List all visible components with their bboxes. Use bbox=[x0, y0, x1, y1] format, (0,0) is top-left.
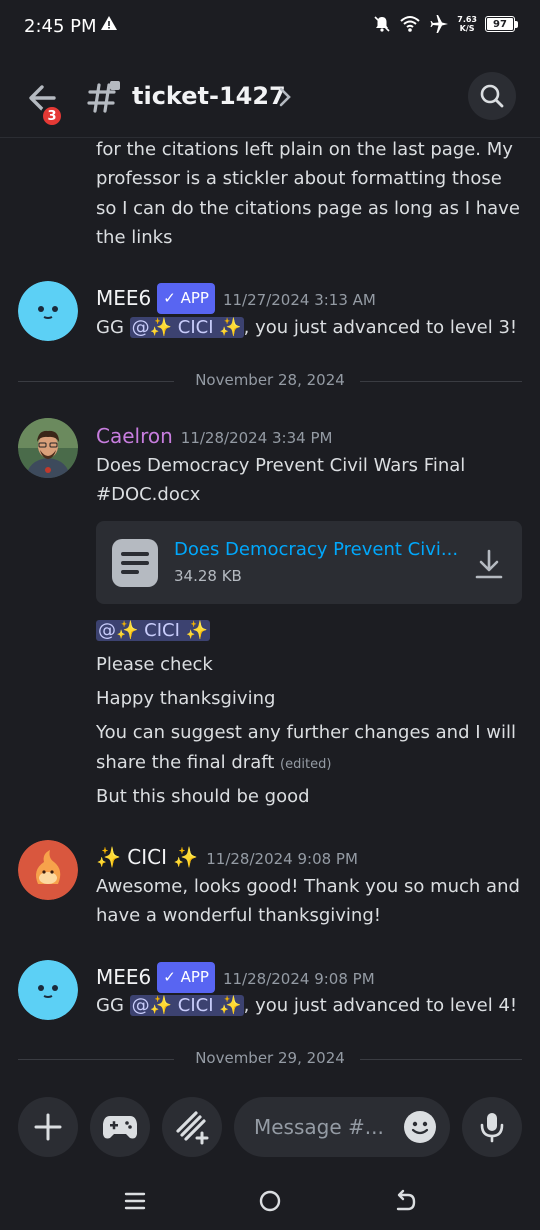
message-input[interactable] bbox=[254, 1111, 394, 1143]
activities-button[interactable] bbox=[90, 1097, 150, 1157]
message-text: professor is a stickler about formatting… bbox=[96, 168, 502, 189]
add-attachment-button[interactable] bbox=[18, 1097, 78, 1157]
timestamp: 11/28/2024 3:34 PM bbox=[180, 429, 333, 447]
message-text: for the citations left plain on the last… bbox=[96, 139, 513, 160]
thread-hash-icon bbox=[87, 81, 120, 113]
channel-header: ticket-1427 bbox=[0, 56, 540, 138]
file-name-link[interactable]: Does Democracy Prevent Civi... bbox=[174, 539, 458, 560]
document-file-icon bbox=[112, 539, 158, 587]
message-text: @✨ CICI ✨ bbox=[96, 616, 211, 645]
message-text: Please check bbox=[96, 654, 213, 675]
apps-icon bbox=[176, 1111, 209, 1145]
network-speed-unit: K/S bbox=[459, 24, 475, 33]
message-composer bbox=[0, 1082, 540, 1182]
date-divider: November 28, 2024 bbox=[18, 371, 522, 391]
channel-name[interactable]: ticket-1427 bbox=[132, 82, 286, 110]
file-size: 34.28 KB bbox=[174, 567, 242, 585]
system-navigation-bar bbox=[0, 1182, 540, 1230]
message-text: Awesome, looks good! Thank you so much a… bbox=[96, 876, 520, 897]
timestamp: 11/28/2024 9:08 PM bbox=[206, 850, 358, 868]
message-text-part: GG bbox=[96, 317, 130, 338]
cici-avatar[interactable] bbox=[18, 840, 78, 900]
mute-notification-icon bbox=[374, 16, 390, 32]
plus-icon bbox=[34, 1113, 62, 1141]
voice-message-button[interactable] bbox=[462, 1097, 522, 1157]
status-time: 2:45 PM bbox=[24, 16, 97, 37]
apps-button[interactable] bbox=[162, 1097, 222, 1157]
message-text: GG @✨ CICI ✨, you just advanced to level… bbox=[96, 991, 517, 1020]
system-back-icon[interactable] bbox=[394, 1189, 416, 1213]
search-icon bbox=[480, 84, 504, 108]
message-text: Happy thanksgiving bbox=[96, 688, 276, 709]
app-tag: ✓ APP bbox=[157, 283, 215, 314]
username[interactable]: MEE6 bbox=[96, 965, 151, 989]
message-text-part: share the final draft bbox=[96, 752, 275, 773]
message-header: MEE6 ✓ APP 11/28/2024 9:08 PM bbox=[96, 962, 375, 994]
microphone-icon bbox=[480, 1113, 504, 1143]
message-text-part: , you just advanced to level 4! bbox=[243, 995, 518, 1016]
battery-level: 97 bbox=[493, 18, 507, 30]
message-text: the links bbox=[96, 227, 173, 248]
network-speed-value: 7.63 bbox=[457, 15, 477, 24]
username[interactable]: ✨ CICI ✨ bbox=[96, 845, 198, 869]
home-icon[interactable] bbox=[258, 1189, 282, 1213]
edited-label: (edited) bbox=[280, 757, 332, 772]
timestamp: 11/28/2024 9:08 PM bbox=[222, 970, 375, 988]
caelron-avatar[interactable] bbox=[18, 418, 78, 478]
message-input-container[interactable] bbox=[234, 1097, 450, 1157]
app-tag: ✓ APP bbox=[157, 962, 215, 993]
date-divider-label: November 28, 2024 bbox=[195, 371, 345, 389]
network-speed: 7.63 K/S bbox=[457, 15, 477, 33]
mee6-avatar[interactable] bbox=[18, 281, 78, 341]
user-mention[interactable]: @✨ CICI ✨ bbox=[96, 620, 211, 641]
message-text: Does Democracy Prevent Civil Wars Final bbox=[96, 455, 466, 476]
gamepad-icon bbox=[103, 1116, 137, 1139]
message-header: Caelron 11/28/2024 3:34 PM bbox=[96, 422, 332, 453]
message-text: so I can do the citations page as long a… bbox=[96, 198, 520, 219]
chevron-right-icon[interactable] bbox=[278, 86, 292, 108]
user-mention[interactable]: @✨ CICI ✨ bbox=[129, 995, 244, 1016]
user-mention[interactable]: @✨ CICI ✨ bbox=[129, 317, 244, 338]
search-button[interactable] bbox=[468, 72, 516, 120]
emoji-icon[interactable] bbox=[404, 1111, 436, 1143]
file-attachment[interactable]: Does Democracy Prevent Civi... 34.28 KB bbox=[96, 521, 522, 604]
date-divider-label: November 29, 2024 bbox=[195, 1049, 345, 1067]
message-text: But this should be good bbox=[96, 786, 310, 807]
status-bar: 2:45 PM 7.63 K/S 97 bbox=[0, 0, 540, 56]
airplane-mode-icon bbox=[430, 15, 449, 33]
download-icon[interactable] bbox=[472, 547, 506, 581]
message-header: MEE6 ✓ APP 11/27/2024 3:13 AM bbox=[96, 283, 376, 315]
mee6-avatar[interactable] bbox=[18, 960, 78, 1020]
timestamp: 11/27/2024 3:13 AM bbox=[222, 291, 376, 309]
message-text: #DOC.docx bbox=[96, 484, 201, 505]
username[interactable]: Caelron bbox=[96, 424, 173, 448]
message-header: ✨ CICI ✨ 11/28/2024 9:08 PM bbox=[96, 843, 358, 874]
username[interactable]: MEE6 bbox=[96, 286, 151, 310]
message-text: have a wonderful thanksgiving! bbox=[96, 905, 381, 926]
message-text-part: , you just advanced to level 3! bbox=[243, 317, 518, 338]
recent-apps-icon[interactable] bbox=[124, 1190, 146, 1212]
wifi-icon bbox=[400, 16, 420, 32]
message-text: You can suggest any further changes and … bbox=[96, 722, 516, 743]
battery-indicator: 97 bbox=[485, 16, 518, 32]
message-list[interactable]: for the citations left plain on the last… bbox=[0, 138, 540, 1082]
warning-icon bbox=[101, 16, 117, 30]
unread-badge: 3 bbox=[40, 104, 64, 128]
message-text: GG @✨ CICI ✨, you just advanced to level… bbox=[96, 313, 517, 342]
message-text: share the final draft (edited) bbox=[96, 748, 331, 779]
date-divider: November 29, 2024 bbox=[18, 1049, 522, 1069]
message-text-part: GG bbox=[96, 995, 130, 1016]
